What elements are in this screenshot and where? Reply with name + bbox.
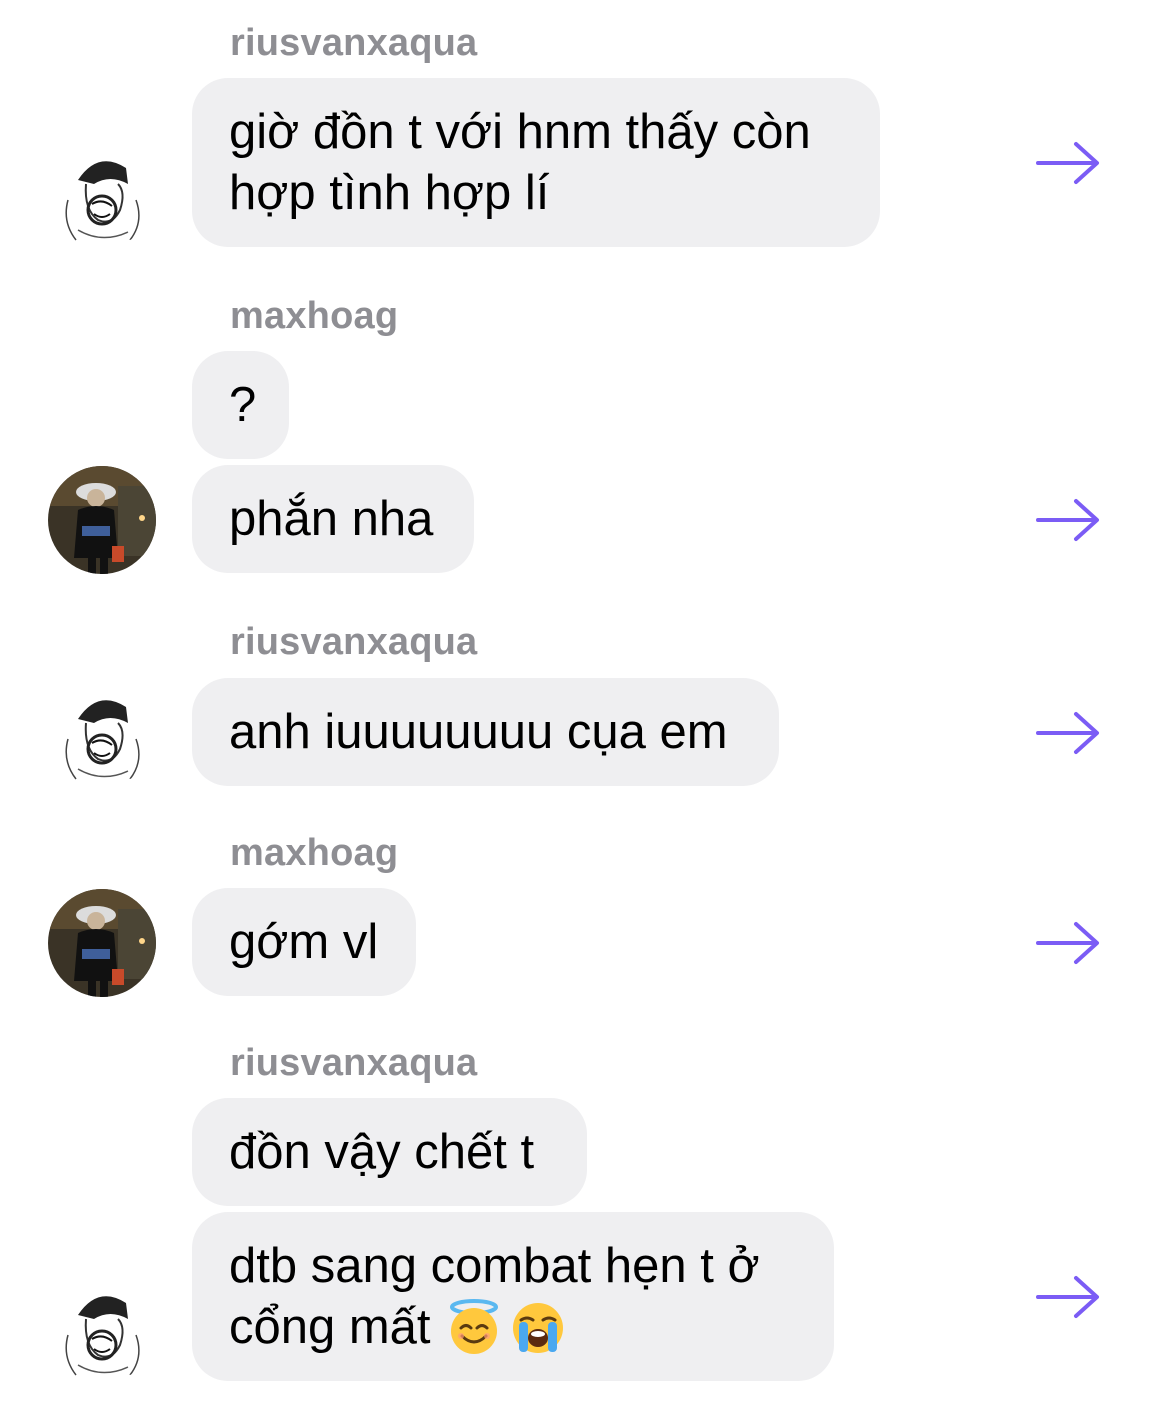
sender-name: riusvanxaqua — [230, 621, 478, 663]
sender-name: maxhoag — [230, 832, 399, 874]
message-text: phắn nha — [229, 491, 434, 546]
smiling-face-with-halo-icon — [449, 1299, 498, 1354]
avatar[interactable] — [48, 140, 156, 248]
message-text: dtb sang combat hẹn t ở cổng mất — [229, 1236, 760, 1358]
avatar[interactable] — [48, 889, 156, 997]
loudly-crying-face-icon — [512, 1303, 563, 1353]
forward-arrow-icon[interactable] — [1036, 711, 1100, 755]
message-bubble[interactable]: đồn vậy chết t — [192, 1098, 587, 1206]
message-text: ? — [229, 377, 257, 432]
message-text: giờ đồn t với hnm thấy còn hợp tình hợp … — [229, 104, 811, 220]
message-bubble[interactable]: phắn nha — [192, 465, 474, 573]
avatar[interactable] — [48, 466, 156, 574]
forward-arrow-icon[interactable] — [1036, 141, 1100, 185]
sender-name: maxhoag — [230, 295, 399, 337]
message-bubble[interactable]: anh iuuuuuuuu cụa em — [192, 678, 779, 786]
forward-arrow-icon[interactable] — [1036, 921, 1100, 965]
message-bubble[interactable]: dtb sang combat hẹn t ở cổng mất — [192, 1212, 834, 1381]
message-bubble[interactable]: gớm vl — [192, 888, 416, 996]
message-text: gớm vl — [229, 914, 379, 969]
avatar[interactable] — [48, 679, 156, 787]
forward-arrow-icon[interactable] — [1036, 1275, 1100, 1319]
message-bubble[interactable]: ? — [192, 351, 289, 459]
forward-arrow-icon[interactable] — [1036, 498, 1100, 542]
avatar[interactable] — [48, 1275, 156, 1383]
sender-name: riusvanxaqua — [230, 1042, 478, 1084]
message-text: đồn vậy chết t — [229, 1124, 535, 1179]
message-bubble[interactable]: giờ đồn t với hnm thấy còn hợp tình hợp … — [192, 78, 880, 247]
message-text: anh iuuuuuuuu cụa em — [229, 704, 728, 759]
sender-name: riusvanxaqua — [230, 22, 478, 64]
